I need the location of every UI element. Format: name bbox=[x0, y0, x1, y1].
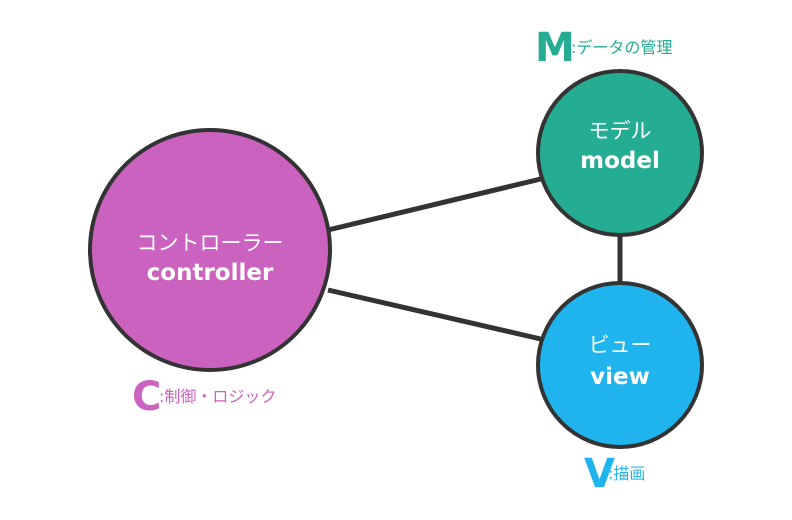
model-caption: M :データの管理 bbox=[535, 25, 672, 71]
mvc-diagram: コントローラー controller モデル model ビュー view M … bbox=[88, 25, 704, 497]
controller-label-jp: コントローラー bbox=[137, 231, 284, 255]
view-node: ビュー view bbox=[536, 281, 704, 449]
controller-caption-text: :制御・ロジック bbox=[159, 387, 276, 406]
controller-label-en: controller bbox=[147, 260, 274, 286]
controller-caption: C :制御・ロジック bbox=[132, 374, 276, 420]
view-label-jp: ビュー bbox=[589, 333, 652, 357]
model-caption-text: :データの管理 bbox=[571, 38, 672, 57]
controller-node: コントローラー controller bbox=[88, 128, 332, 372]
view-caption-text: :描画 bbox=[608, 464, 645, 483]
model-caption-letter: M bbox=[535, 25, 575, 71]
model-node: モデル model bbox=[536, 69, 704, 237]
controller-caption-letter: C bbox=[132, 374, 161, 420]
model-label-jp: モデル bbox=[589, 119, 652, 143]
view-label-en: view bbox=[590, 364, 650, 390]
connector-controller-view bbox=[327, 287, 546, 343]
view-caption: V :描画 bbox=[584, 451, 645, 497]
connector-controller-model bbox=[327, 175, 546, 233]
model-label-en: model bbox=[580, 148, 660, 174]
